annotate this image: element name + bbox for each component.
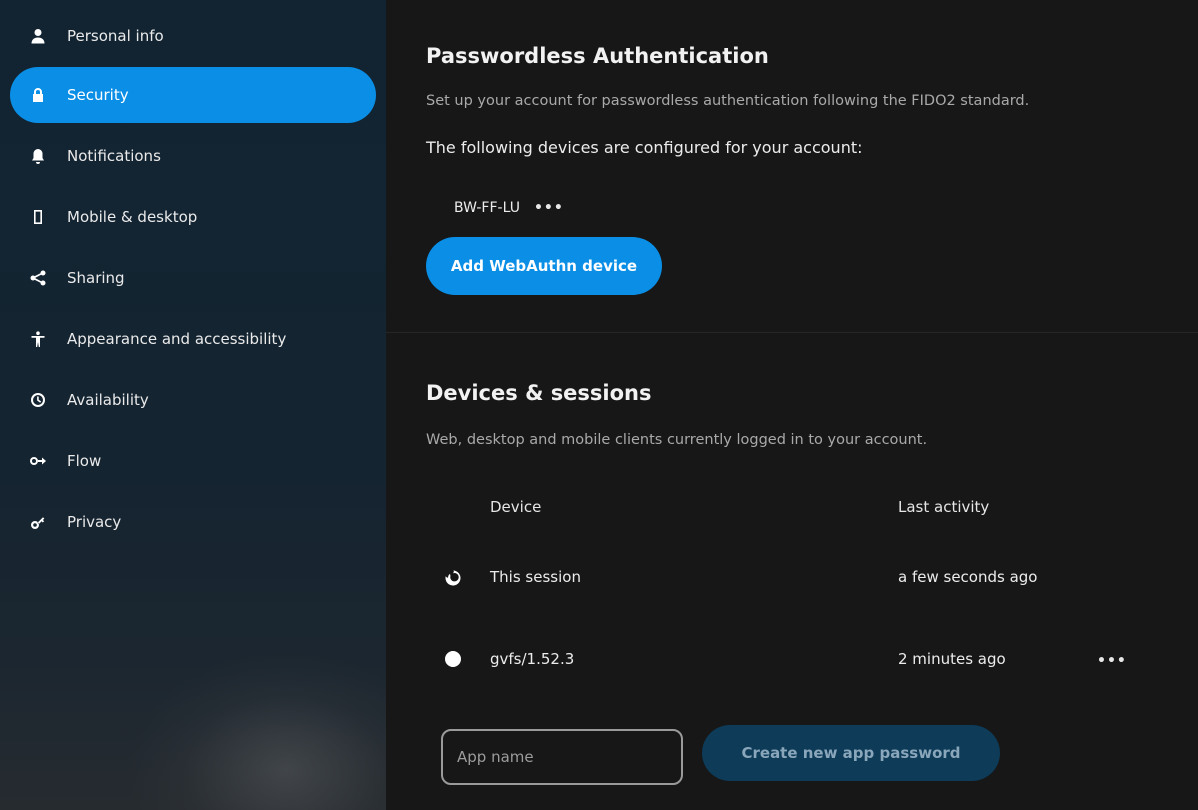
accessibility-icon bbox=[28, 329, 48, 349]
webauthn-device: BW-FF-LU ••• bbox=[454, 200, 564, 216]
section-divider bbox=[386, 332, 1198, 333]
clock-icon bbox=[28, 390, 48, 410]
sidebar-item-label: Mobile & desktop bbox=[67, 208, 198, 226]
passwordless-title: Passwordless Authentication bbox=[426, 44, 769, 68]
sidebar-item-notifications[interactable]: Notifications bbox=[10, 128, 376, 184]
sidebar-item-label: Privacy bbox=[67, 513, 122, 531]
session-device: gvfs/1.52.3 bbox=[490, 650, 575, 668]
session-last-activity: a few seconds ago bbox=[898, 568, 1038, 586]
sidebar-item-label: Sharing bbox=[67, 269, 125, 287]
column-header-last-activity: Last activity bbox=[898, 498, 990, 516]
webauthn-device-name: BW-FF-LU bbox=[454, 200, 520, 216]
sidebar-item-privacy[interactable]: Privacy bbox=[10, 494, 376, 550]
sessions-description: Web, desktop and mobile clients currentl… bbox=[426, 432, 928, 448]
bell-icon bbox=[28, 146, 48, 166]
sidebar-item-label: Security bbox=[67, 86, 129, 104]
session-more-button[interactable]: ••• bbox=[1097, 654, 1127, 668]
share-icon bbox=[28, 268, 48, 288]
session-device: This session bbox=[490, 568, 581, 586]
app-name-input[interactable] bbox=[441, 729, 683, 785]
sidebar-item-sharing[interactable]: Sharing bbox=[10, 250, 376, 306]
sidebar-item-appearance[interactable]: Appearance and accessibility bbox=[10, 311, 376, 367]
user-icon bbox=[28, 26, 48, 46]
key-icon bbox=[28, 512, 48, 532]
settings-sidebar: Personal info Security Notifications Mob… bbox=[0, 0, 386, 810]
session-last-activity: 2 minutes ago bbox=[898, 650, 1006, 668]
firefox-icon bbox=[444, 569, 462, 587]
webauthn-device-more-button[interactable]: ••• bbox=[534, 201, 564, 215]
sidebar-item-label: Appearance and accessibility bbox=[67, 330, 287, 348]
sessions-title: Devices & sessions bbox=[426, 381, 652, 405]
globe-icon bbox=[444, 650, 462, 668]
configured-devices-text: The following devices are configured for… bbox=[426, 138, 863, 157]
passwordless-description: Set up your account for passwordless aut… bbox=[426, 93, 1030, 109]
sidebar-item-availability[interactable]: Availability bbox=[10, 372, 376, 428]
sidebar-item-flow[interactable]: Flow bbox=[10, 433, 376, 489]
sidebar-item-personal-info[interactable]: Personal info bbox=[10, 8, 376, 64]
sidebar-item-label: Flow bbox=[67, 452, 102, 470]
settings-main: Passwordless Authentication Set up your … bbox=[386, 0, 1198, 810]
sidebar-item-label: Availability bbox=[67, 391, 149, 409]
phone-icon bbox=[28, 207, 48, 227]
sidebar-item-label: Personal info bbox=[67, 27, 164, 45]
column-header-device: Device bbox=[490, 498, 542, 516]
flow-icon bbox=[28, 451, 48, 471]
add-webauthn-device-button[interactable]: Add WebAuthn device bbox=[426, 237, 662, 295]
sidebar-item-security[interactable]: Security bbox=[10, 67, 376, 123]
lock-icon bbox=[28, 85, 48, 105]
create-app-password-button[interactable]: Create new app password bbox=[702, 725, 1000, 781]
sidebar-item-label: Notifications bbox=[67, 147, 161, 165]
sidebar-item-mobile-desktop[interactable]: Mobile & desktop bbox=[10, 189, 376, 245]
